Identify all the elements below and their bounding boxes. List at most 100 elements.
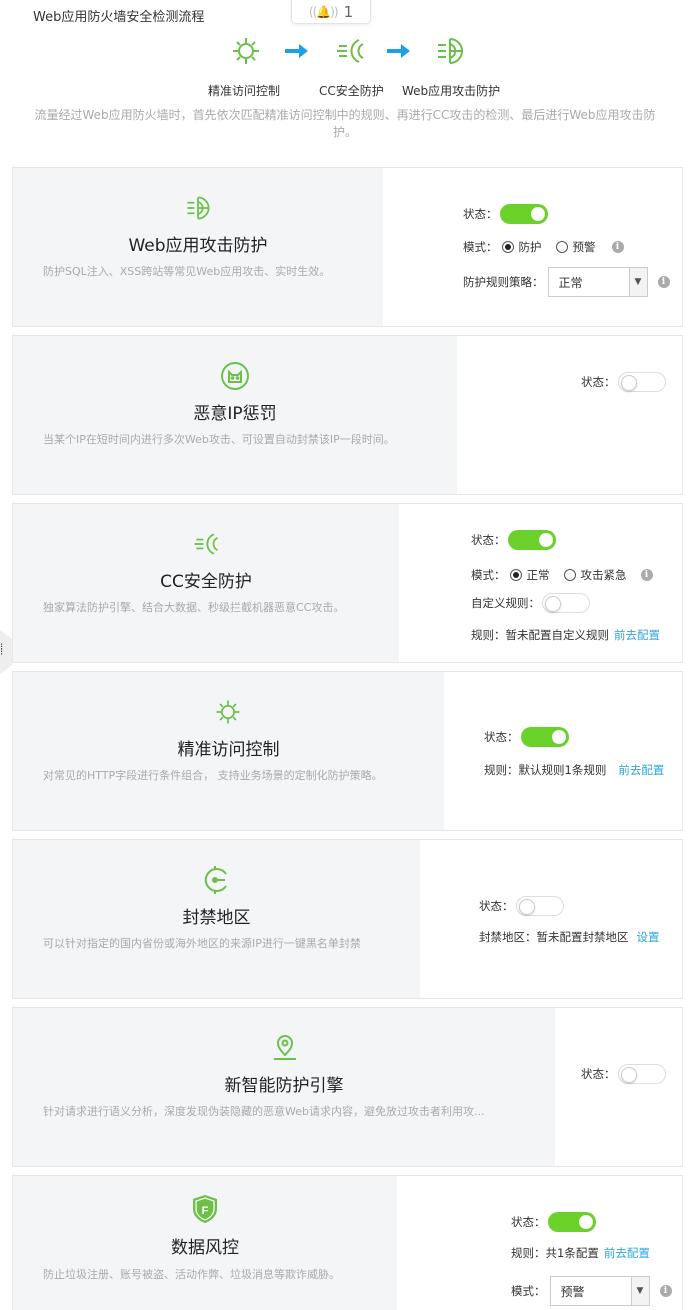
mode-radio-emergency[interactable] <box>563 569 576 581</box>
card-description: 对常见的HTTP字段进行条件组合， 支持业务场景的定制化防护策略。 <box>43 769 383 782</box>
mode-option-label: 防护 <box>518 240 542 254</box>
mode-option-label: 正常 <box>526 568 550 582</box>
status-toggle[interactable] <box>520 727 569 747</box>
card-malicious-ip-penalty: 恶意IP惩罚 当某个IP在短时间内进行多次Web攻击、可设置自动封禁该IP一段时… <box>12 335 683 495</box>
flow-diagram <box>0 34 690 74</box>
card-info-panel: 恶意IP惩罚 当某个IP在短时间内进行多次Web攻击、可设置自动封禁该IP一段时… <box>13 336 457 494</box>
rule-value: 共1条配置 <box>545 1246 599 1260</box>
card-info-panel: F 数据风控 防止垃圾注册、账号被盗、活动作弊、垃圾消息等欺诈威胁。 <box>13 1176 397 1310</box>
card-cc-protection: CC安全防护 独家算法防护引擎、结合大数据、秒级拦截机器恶意CC攻击。 状态： … <box>12 503 683 663</box>
rule-value: 暂未配置封禁地区 <box>536 930 629 944</box>
rule-label: 封禁地区： <box>479 930 537 944</box>
cc-wave-icon <box>337 39 364 63</box>
status-toggle[interactable] <box>617 372 666 392</box>
card-smart-protection-engine: 新智能防护引擎 针对请求进行语义分析，深度发现伪装隐藏的恶意Web请求内容，避免… <box>12 1007 683 1167</box>
card-title: Web应用攻击防护 <box>128 236 268 256</box>
arrow-right-icon <box>387 44 410 58</box>
status-toggle[interactable] <box>547 1212 596 1232</box>
status-label: 状态： <box>463 207 498 221</box>
mode-label: 模式： <box>471 568 506 582</box>
mode-label: 模式： <box>463 240 498 254</box>
status-toggle[interactable] <box>507 530 556 550</box>
status-label: 状态： <box>511 1215 546 1229</box>
chevron-down-icon: ▼ <box>628 268 647 296</box>
notification-count: 1 <box>343 2 354 21</box>
info-icon[interactable]: i <box>657 276 670 288</box>
settings-link[interactable]: 设置 <box>637 929 660 945</box>
location-pin-icon <box>274 1035 296 1060</box>
custom-rule-label: 自定义规则： <box>471 596 540 610</box>
card-title: CC安全防护 <box>160 572 252 592</box>
mode-option-label: 预警 <box>572 240 596 254</box>
card-data-risk-control: F 数据风控 防止垃圾注册、账号被盗、活动作弊、垃圾消息等欺诈威胁。 状态： 规… <box>12 1175 683 1310</box>
card-description: 防护SQL注入、XSS跨站等常见Web应用攻击、实时生效。 <box>43 265 331 278</box>
status-label: 状态： <box>479 899 514 913</box>
target-location-icon <box>204 866 227 894</box>
flow-step-label: CC安全防护 <box>319 84 384 98</box>
rule-value: 默认规则1条规则 <box>518 763 607 777</box>
strategy-select[interactable]: 正常 ▼ <box>547 267 648 297</box>
status-label: 状态： <box>484 730 519 744</box>
mode-radio-protect[interactable] <box>501 241 514 253</box>
status-label: 状态： <box>581 375 616 389</box>
card-description: 可以针对指定的国内省份或海外地区的来源IP进行一键黑名单封禁 <box>43 937 361 950</box>
rule-label: 规则： <box>511 1246 546 1260</box>
cc-wave-icon <box>194 533 218 555</box>
card-info-panel: Web应用攻击防护 防护SQL注入、XSS跨站等常见Web应用攻击、实时生效。 <box>13 168 383 326</box>
card-title: 精准访问控制 <box>177 740 280 760</box>
globe-shield-icon <box>438 38 463 64</box>
globe-shield-icon <box>187 196 210 220</box>
card-info-panel: 新智能防护引擎 针对请求进行语义分析，深度发现伪装隐藏的恶意Web请求内容，避免… <box>13 1008 555 1166</box>
info-icon[interactable]: i <box>611 241 624 253</box>
card-web-attack-protection: Web应用攻击防护 防护SQL注入、XSS跨站等常见Web应用攻击、实时生效。 … <box>12 167 683 327</box>
card-title: 新智能防护引擎 <box>224 1076 344 1096</box>
strategy-label: 防护规则策略： <box>463 275 544 289</box>
notification-widget[interactable]: ((🔔)) 1 <box>291 0 371 24</box>
svg-text:F: F <box>202 1205 209 1217</box>
mode-select-value: 预警 <box>560 1284 585 1299</box>
mode-option-label: 攻击紧急 <box>580 568 627 582</box>
page-title: Web应用防火墙安全检测流程 <box>33 10 205 25</box>
rule-label: 规则： <box>484 763 519 777</box>
card-precise-access-control: 精准访问控制 对常见的HTTP字段进行条件组合， 支持业务场景的定制化防护策略。… <box>12 671 683 831</box>
info-icon[interactable]: i <box>659 1285 672 1297</box>
status-toggle[interactable] <box>499 204 548 224</box>
gear-shield-icon <box>216 700 240 724</box>
status-label: 状态： <box>581 1067 616 1081</box>
gear-shield-icon <box>233 38 259 64</box>
card-info-panel: 封禁地区 可以针对指定的国内省份或海外地区的来源IP进行一键黑名单封禁 <box>13 840 420 998</box>
configure-link[interactable]: 前去配置 <box>604 1245 650 1261</box>
rule-label: 规则： <box>471 628 506 642</box>
card-description: 当某个IP在短时间内进行多次Web攻击、可设置自动封禁该IP一段时间。 <box>43 433 395 446</box>
flow-description: 流量经过Web应用防火墙时，首先依次匹配精准访问控制中的规则、再进行CC攻击的检… <box>34 108 656 139</box>
card-description: 防止垃圾注册、账号被盗、活动作弊、垃圾消息等欺诈威胁。 <box>43 1268 340 1281</box>
mode-radio-alert[interactable] <box>555 241 568 253</box>
card-title: 恶意IP惩罚 <box>193 404 277 424</box>
configure-link[interactable]: 前去配置 <box>618 762 664 778</box>
status-toggle[interactable] <box>515 896 564 916</box>
arrow-right-icon <box>285 44 308 58</box>
card-title: 封禁地区 <box>182 908 251 928</box>
custom-rule-toggle[interactable] <box>542 593 590 613</box>
strategy-select-value: 正常 <box>558 275 583 290</box>
card-region-block: 封禁地区 可以针对指定的国内省份或海外地区的来源IP进行一键黑名单封禁 状态： … <box>12 839 683 999</box>
mode-select[interactable]: 预警 ▼ <box>549 1276 650 1306</box>
bell-icon: ((🔔)) <box>308 4 339 19</box>
card-description: 针对请求进行语义分析，深度发现伪装隐藏的恶意Web请求内容，避免放过攻击者利用攻… <box>43 1105 485 1118</box>
mode-label: 模式： <box>511 1284 546 1298</box>
cat-face-icon <box>221 362 249 390</box>
card-title: 数据风控 <box>171 1238 239 1258</box>
flow-step-label: 精准访问控制 <box>208 84 281 98</box>
info-icon[interactable]: i <box>640 569 653 581</box>
mode-radio-normal[interactable] <box>509 569 522 581</box>
chevron-down-icon: ▼ <box>630 1277 649 1305</box>
rule-value: 暂未配置自定义规则 <box>505 628 610 642</box>
status-toggle[interactable] <box>617 1064 666 1084</box>
status-label: 状态： <box>471 533 506 547</box>
card-description: 独家算法防护引擎、结合大数据、秒级拦截机器恶意CC攻击。 <box>43 601 345 614</box>
card-info-panel: CC安全防护 独家算法防护引擎、结合大数据、秒级拦截机器恶意CC攻击。 <box>13 504 399 662</box>
flow-step-label: Web应用攻击防护 <box>402 84 501 98</box>
card-info-panel: 精准访问控制 对常见的HTTP字段进行条件组合， 支持业务场景的定制化防护策略。 <box>13 672 444 830</box>
side-collapse-tab[interactable]: ⁝ ⁝ <box>0 630 12 674</box>
configure-link[interactable]: 前去配置 <box>614 627 660 643</box>
